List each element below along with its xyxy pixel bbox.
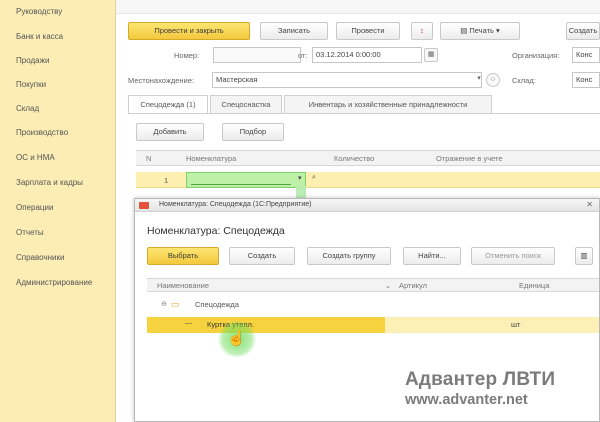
sidebar-item-operations[interactable]: Операции: [16, 203, 53, 212]
pick-button[interactable]: Подбор: [222, 123, 284, 141]
sidebar: Руководству Банк и касса Продажи Покупки…: [0, 0, 116, 422]
sidebar-item-fixed-assets[interactable]: ОС и НМА: [16, 153, 55, 162]
add-button[interactable]: Добавить: [136, 123, 204, 141]
tab-special-equipment[interactable]: Спецоснастка: [210, 95, 282, 113]
find-button[interactable]: Найти...: [403, 247, 461, 265]
save-button[interactable]: Записать: [260, 22, 328, 40]
post-and-close-button[interactable]: Провести и закрыть: [128, 22, 250, 40]
collapse-icon[interactable]: ⊖: [161, 300, 167, 308]
table-header: N Номенклатура Количество Отражение в уч…: [136, 150, 600, 166]
sidebar-item-bank[interactable]: Банк и касса: [16, 32, 63, 41]
selection-dialog: Номенклатура: Спецодежда (1С:Предприятие…: [134, 198, 600, 422]
chevron-down-icon: ▾: [493, 26, 500, 35]
dropdown-arrow-icon[interactable]: ▾: [472, 73, 486, 87]
sidebar-item-sales[interactable]: Продажи: [16, 56, 49, 65]
create-group-button[interactable]: Создать группу: [307, 247, 391, 265]
watermark-url: www.advanter.net: [405, 392, 528, 408]
cancel-search-button[interactable]: Отменить поиск: [471, 247, 555, 265]
item-unit: шт: [511, 320, 521, 329]
column-unit[interactable]: Единица: [519, 281, 549, 290]
column-n[interactable]: N: [146, 154, 151, 163]
sidebar-item-payroll[interactable]: Зарплата и кадры: [16, 178, 83, 187]
dropdown-arrow-icon[interactable]: ▾: [298, 174, 302, 182]
create-button[interactable]: Создать: [229, 247, 295, 265]
sidebar-item-production[interactable]: Производство: [16, 128, 68, 137]
column-accounting[interactable]: Отражение в учете: [436, 154, 503, 163]
sidebar-item-purchases[interactable]: Покупки: [16, 80, 46, 89]
cell-underline: [191, 184, 291, 185]
sidebar-item-catalogs[interactable]: Справочники: [16, 253, 64, 262]
tab-inventory[interactable]: Инвентарь и хозяйственные принадлежности: [284, 95, 492, 113]
organization-field[interactable]: Конс: [572, 47, 600, 63]
create-based-on-button[interactable]: Создать: [566, 22, 600, 40]
folder-icon: ▭: [171, 299, 180, 309]
tab-workwear[interactable]: Спецодежда (1): [128, 95, 208, 114]
nomenclature-cell-editor[interactable]: [186, 172, 306, 188]
select-button[interactable]: Выбрать: [147, 247, 219, 265]
date-from-label: от:: [298, 51, 308, 60]
post-button[interactable]: Провести: [336, 22, 400, 40]
open-icon[interactable]: ○: [486, 73, 500, 87]
open-icon[interactable]: ⌕: [312, 174, 316, 182]
item-dash-icon: —: [185, 320, 192, 327]
print-button[interactable]: ▤ Печать ▾: [440, 22, 520, 40]
number-label: Номер:: [174, 51, 200, 60]
tab-divider: [128, 113, 600, 114]
sort-icon: ⌄: [385, 281, 392, 290]
column-name[interactable]: Наименование: [157, 281, 209, 290]
window-top-strip: [116, 0, 600, 14]
printer-icon: ▤: [460, 26, 470, 35]
dialog-table-header: Наименование ⌄ Артикул Единица: [147, 278, 599, 292]
number-field[interactable]: [213, 47, 301, 63]
column-quantity[interactable]: Количество: [334, 154, 374, 163]
watermark-title: Адвантер ЛВТИ: [405, 369, 556, 390]
sidebar-item-rukovodstvo[interactable]: Руководству: [16, 7, 62, 16]
hand-cursor-icon: ☝: [227, 330, 246, 347]
dialog-title: Номенклатура: Спецодежда (1С:Предприятие…: [159, 201, 312, 208]
dt-kt-icon[interactable]: ↕: [411, 22, 433, 40]
organization-label: Организация:: [512, 51, 560, 60]
app-logo-icon: [139, 202, 149, 209]
selected-row[interactable]: [147, 317, 385, 333]
close-icon[interactable]: ✕: [586, 200, 593, 209]
warehouse-field[interactable]: Конс: [572, 72, 600, 88]
location-field[interactable]: Мастерская: [212, 72, 482, 88]
location-label: Местонахождение:: [128, 76, 194, 85]
row-number: 1: [164, 176, 169, 185]
warehouse-label: Склад:: [512, 76, 536, 85]
group-label[interactable]: Спецодежда: [195, 300, 239, 309]
column-nomenclature[interactable]: Номенклатура: [186, 154, 236, 163]
calendar-icon[interactable]: ▦: [424, 48, 438, 62]
sidebar-item-administration[interactable]: Администрирование: [16, 278, 92, 287]
selected-row-tail[interactable]: [385, 317, 599, 333]
column-article[interactable]: Артикул: [399, 281, 427, 290]
sidebar-item-reports[interactable]: Отчеты: [16, 228, 44, 237]
trash-icon[interactable]: ▥: [575, 247, 593, 265]
date-field[interactable]: 03.12.2014 0:00:00: [312, 47, 422, 63]
dialog-title-bar: Номенклатура: Спецодежда (1С:Предприятие…: [135, 199, 599, 212]
sidebar-item-warehouse[interactable]: Склад: [16, 104, 39, 113]
print-label: Печать: [469, 26, 494, 35]
dialog-heading: Номенклатура: Спецодежда: [147, 225, 285, 237]
